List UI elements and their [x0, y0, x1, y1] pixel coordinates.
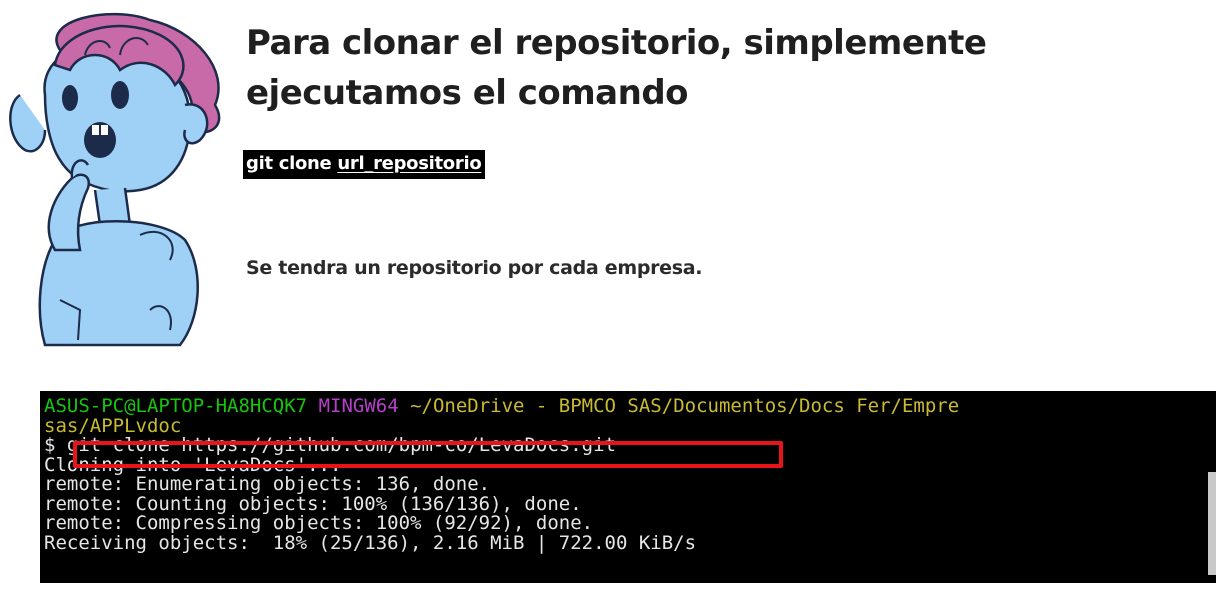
terminal-window[interactable]: ASUS-PC@LAPTOP-HA8HCQK7 MINGW64 ~/OneDri…	[40, 391, 1216, 583]
command-highlight: git clone url_repositorio	[243, 150, 486, 179]
terminal-prompt-line: ASUS-PC@LAPTOP-HA8HCQK7 MINGW64 ~/OneDri…	[44, 395, 1216, 417]
terminal-path: ~/OneDrive - BPMCO SAS/Documentos/Docs F…	[410, 395, 960, 417]
terminal-output-line: Receiving objects: 18% (25/136), 2.16 Mi…	[44, 531, 697, 554]
note-text: Se tendra un repositorio por cada empres…	[246, 257, 703, 279]
command-prefix: git clone	[246, 153, 338, 174]
command-highlight-box	[73, 441, 783, 468]
terminal-system: MINGW64	[318, 395, 399, 417]
terminal-scrollbar[interactable]	[1208, 472, 1216, 575]
terminal-prompt-symbol: $	[44, 434, 56, 456]
terminal-output-line: remote: Compressing objects: 100% (92/92…	[44, 512, 594, 534]
terminal-output-line: remote: Enumerating objects: 136, done.	[44, 473, 491, 495]
thinking-character-illustration	[9, 12, 221, 347]
command-argument: url_repositorio	[337, 153, 482, 174]
page-title: Para clonar el repositorio, simplemente …	[246, 23, 987, 113]
